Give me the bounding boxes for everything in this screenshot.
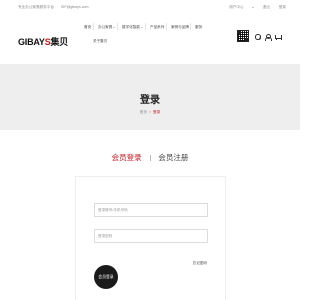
user-icon[interactable]: [264, 33, 272, 41]
tab-member-register[interactable]: 会员注册: [158, 153, 188, 162]
top-bar: 专业办公家具服务平台 ISP@gibays.com 用户中心 退出 登录: [0, 0, 300, 14]
page-banner: 登录 首页 > 登录: [0, 64, 300, 130]
breadcrumb-separator: >: [148, 110, 152, 114]
top-bar-right: 用户中心 退出 登录: [213, 5, 286, 10]
nav-item-service[interactable]: 服务: [195, 25, 202, 30]
password-input[interactable]: [94, 229, 208, 243]
contact-email[interactable]: ISP@gibays.com: [61, 5, 89, 9]
nav-divider: [93, 23, 94, 30]
nav-divider: [190, 23, 191, 30]
nav-row-1: 首页 办公家具 楼宇化智能 产品系列 案例与品牌 服务: [82, 23, 222, 39]
breadcrumb-home[interactable]: 首页: [140, 110, 147, 114]
nav-item-product-series[interactable]: 产品系列: [150, 25, 164, 30]
site-logo[interactable]: GIBAYS集贝: [18, 35, 68, 48]
forgot-password-link[interactable]: 忘记密码: [193, 261, 207, 266]
site-slogan: 专业办公家具服务平台: [18, 5, 54, 9]
login-card: 忘记密码 会员登录: [75, 176, 226, 300]
nav-item-cases-brands[interactable]: 案例与品牌: [171, 25, 189, 30]
search-icon[interactable]: [254, 33, 261, 40]
chevron-down-icon: [251, 6, 254, 8]
top-bar-left: 专业办公家具服务平台 ISP@gibays.com: [18, 5, 95, 10]
tab-divider: [149, 154, 151, 161]
chevron-down-icon: [113, 26, 116, 28]
nav-divider: [166, 23, 167, 30]
nav-item-office-furniture[interactable]: 办公家具: [98, 25, 116, 30]
username-input[interactable]: [94, 203, 208, 217]
login-button[interactable]: 会员登录: [94, 265, 118, 289]
chevron-down-icon: [140, 26, 143, 28]
nav-item-about[interactable]: 关于集贝: [93, 39, 107, 44]
nav-item-smart-building[interactable]: 楼宇化智能: [122, 25, 143, 30]
tab-member-login[interactable]: 会员登录: [112, 153, 142, 162]
nav-item-home[interactable]: 首页: [84, 25, 91, 30]
main-nav: 首页 办公家具 楼宇化智能 产品系列 案例与品牌 服务 关于集贝: [82, 23, 222, 53]
cart-icon[interactable]: [274, 33, 282, 40]
page-title: 登录: [140, 95, 160, 106]
login-link[interactable]: 登录: [279, 5, 286, 9]
nav-divider: [117, 23, 118, 30]
nav-row-2: 关于集贝: [82, 39, 222, 53]
auth-tabs: 会员登录 会员注册: [0, 152, 300, 163]
site-header: GIBAYS集贝 首页 办公家具 楼宇化智能 产品系列 案例与品牌 服务 关于集…: [0, 14, 300, 64]
qr-code-icon[interactable]: [237, 30, 249, 42]
user-center-link[interactable]: 用户中心: [221, 5, 254, 9]
logout-link[interactable]: 退出: [263, 5, 270, 9]
breadcrumb-current: 登录: [153, 110, 161, 114]
nav-divider: [145, 23, 146, 30]
breadcrumb: 首页 > 登录: [0, 110, 300, 115]
